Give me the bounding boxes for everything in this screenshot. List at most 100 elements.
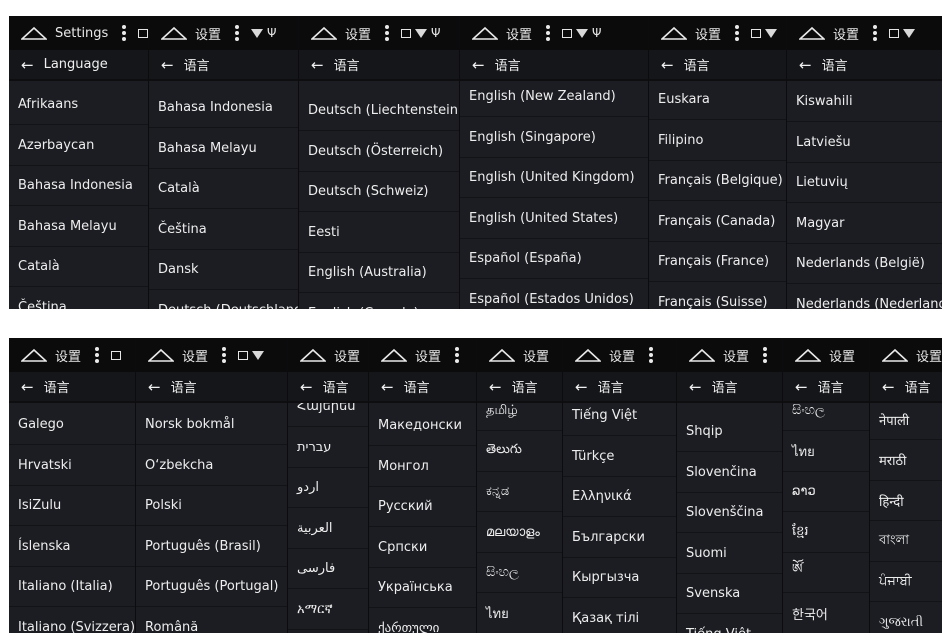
language-list-item[interactable]: Македонски [369,406,476,446]
language-list-item[interactable]: IsiZulu [9,486,135,526]
home-icon[interactable] [799,26,825,40]
language-list-item[interactable]: ཨོ༹ [783,553,869,593]
more-options-icon[interactable] [735,23,740,43]
language-list-item[interactable]: Українська [369,568,476,608]
language-list-item[interactable]: Français (Belgique) [649,161,786,201]
back-arrow-icon[interactable]: ← [689,378,702,396]
language-list-item[interactable]: Filipino [649,121,786,161]
language-list-item[interactable]: Հայերեն [288,403,368,427]
language-list-item[interactable]: English (Canada) [299,294,459,310]
language-list-item[interactable]: English (Australia) [299,253,459,293]
language-list-item[interactable]: Français (France) [649,242,786,282]
more-options-icon[interactable] [546,23,551,43]
more-options-icon[interactable] [222,345,227,365]
more-options-icon[interactable] [763,345,768,365]
language-list-item[interactable]: Italiano (Svizzera) [9,608,135,634]
back-arrow-icon[interactable]: ← [21,378,34,396]
home-icon[interactable] [472,26,498,40]
back-arrow-icon[interactable]: ← [472,56,485,74]
language-list-item[interactable]: Español (España) [460,239,648,279]
language-list-item[interactable]: Euskara [649,81,786,120]
language-list-item[interactable]: मराठी [870,441,942,481]
back-arrow-icon[interactable]: ← [489,378,502,396]
more-options-icon[interactable] [235,23,240,43]
language-list-item[interactable]: العربية [288,509,368,549]
language-list-item[interactable]: Lietuvių [787,163,942,203]
more-options-icon[interactable] [95,345,100,365]
language-list-item[interactable]: ລາວ [783,472,869,512]
language-list-item[interactable]: Монгол [369,447,476,487]
language-list-item[interactable]: සිංහල [477,553,562,593]
home-icon[interactable] [300,348,326,362]
back-arrow-icon[interactable]: ← [300,378,313,396]
language-list-item[interactable]: 한국어 [783,594,869,633]
language-list-item[interactable]: Latviešu [787,123,942,163]
language-list-item[interactable]: മലയാളം [477,513,562,553]
language-list-item[interactable]: Svenska [677,574,782,614]
back-arrow-icon[interactable]: ← [661,56,674,74]
language-list-item[interactable]: Italiano (Italia) [9,567,135,607]
language-list-item[interactable]: Català [9,247,148,287]
language-list-item[interactable]: O‘zbekcha [136,446,287,486]
back-arrow-icon[interactable]: ← [381,378,394,396]
home-icon[interactable] [311,26,337,40]
language-list-item[interactable]: Português (Portugal) [136,567,287,607]
language-list-item[interactable]: Tiếng Việt [677,615,782,634]
language-list-item[interactable]: Български [563,518,676,558]
language-list-item[interactable]: Кыргызча [563,558,676,598]
language-list-item[interactable]: Português (Brasil) [136,527,287,567]
language-list-item[interactable]: తెలుగు [477,432,562,472]
home-icon[interactable] [21,26,47,40]
language-list-item[interactable]: فارسی [288,549,368,589]
language-list-item[interactable]: Íslenska [9,527,135,567]
home-icon[interactable] [689,348,715,362]
language-list-item[interactable]: தமிழ் [477,403,562,431]
language-list-item[interactable]: हिन्दी [870,481,942,521]
language-list-item[interactable]: Nederlands (Nederland) [787,285,942,310]
language-list-item[interactable]: Српски [369,528,476,568]
language-list-item[interactable]: Suomi [677,534,782,574]
language-list-item[interactable]: Eesti [299,213,459,253]
language-list-item[interactable]: اردو [288,468,368,508]
language-list-item[interactable]: Русский [369,487,476,527]
language-list-item[interactable]: Čeština [9,288,148,310]
language-list-item[interactable]: Bahasa Indonesia [149,88,298,128]
language-list-item[interactable]: Tiếng Việt [563,403,676,436]
language-list-item[interactable]: Română [136,608,287,634]
language-list-item[interactable]: Deutsch (Liechtenstein) [299,91,459,131]
language-list-item[interactable]: Français (Suisse) [649,283,786,310]
back-arrow-icon[interactable]: ← [161,56,174,74]
back-arrow-icon[interactable]: ← [795,378,808,396]
language-list-item[interactable]: አማርኛ [288,590,368,630]
language-list-item[interactable]: Nederlands (België) [787,244,942,284]
language-list-item[interactable]: ខ្មែរ [783,513,869,553]
language-list-item[interactable]: Čeština [149,210,298,250]
language-list-item[interactable]: Slovenčina [677,453,782,493]
language-list-item[interactable]: Ελληνικά [563,477,676,517]
language-list-item[interactable]: ไทย [477,594,562,633]
language-list-item[interactable]: नेपाली [870,403,942,440]
more-options-icon[interactable] [455,345,460,365]
language-list-item[interactable]: Deutsch (Deutschland) [149,291,298,310]
language-list-item[interactable]: Bahasa Indonesia [9,166,148,206]
language-list-item[interactable]: Español (Estados Unidos) [460,280,648,310]
language-list-item[interactable]: Azərbaycan [9,126,148,166]
language-list-item[interactable]: Kiswahili [787,82,942,122]
more-options-icon[interactable] [649,345,654,365]
home-icon[interactable] [882,348,908,362]
language-list-item[interactable]: Français (Canada) [649,202,786,242]
language-list-item[interactable]: සිංහල [783,403,869,431]
language-list-item[interactable]: Bahasa Melayu [149,129,298,169]
language-list-item[interactable]: English (United States) [460,199,648,239]
home-icon[interactable] [381,348,407,362]
language-list-item[interactable]: Galego [9,405,135,445]
language-list-item[interactable]: Deutsch (Österreich) [299,132,459,172]
more-options-icon[interactable] [873,23,878,43]
home-icon[interactable] [21,348,47,362]
language-list-item[interactable]: Slovenščina [677,493,782,533]
home-icon[interactable] [575,348,601,362]
back-arrow-icon[interactable]: ← [882,378,895,396]
back-arrow-icon[interactable]: ← [799,56,812,74]
language-list-item[interactable]: English (New Zealand) [460,81,648,117]
home-icon[interactable] [795,348,821,362]
